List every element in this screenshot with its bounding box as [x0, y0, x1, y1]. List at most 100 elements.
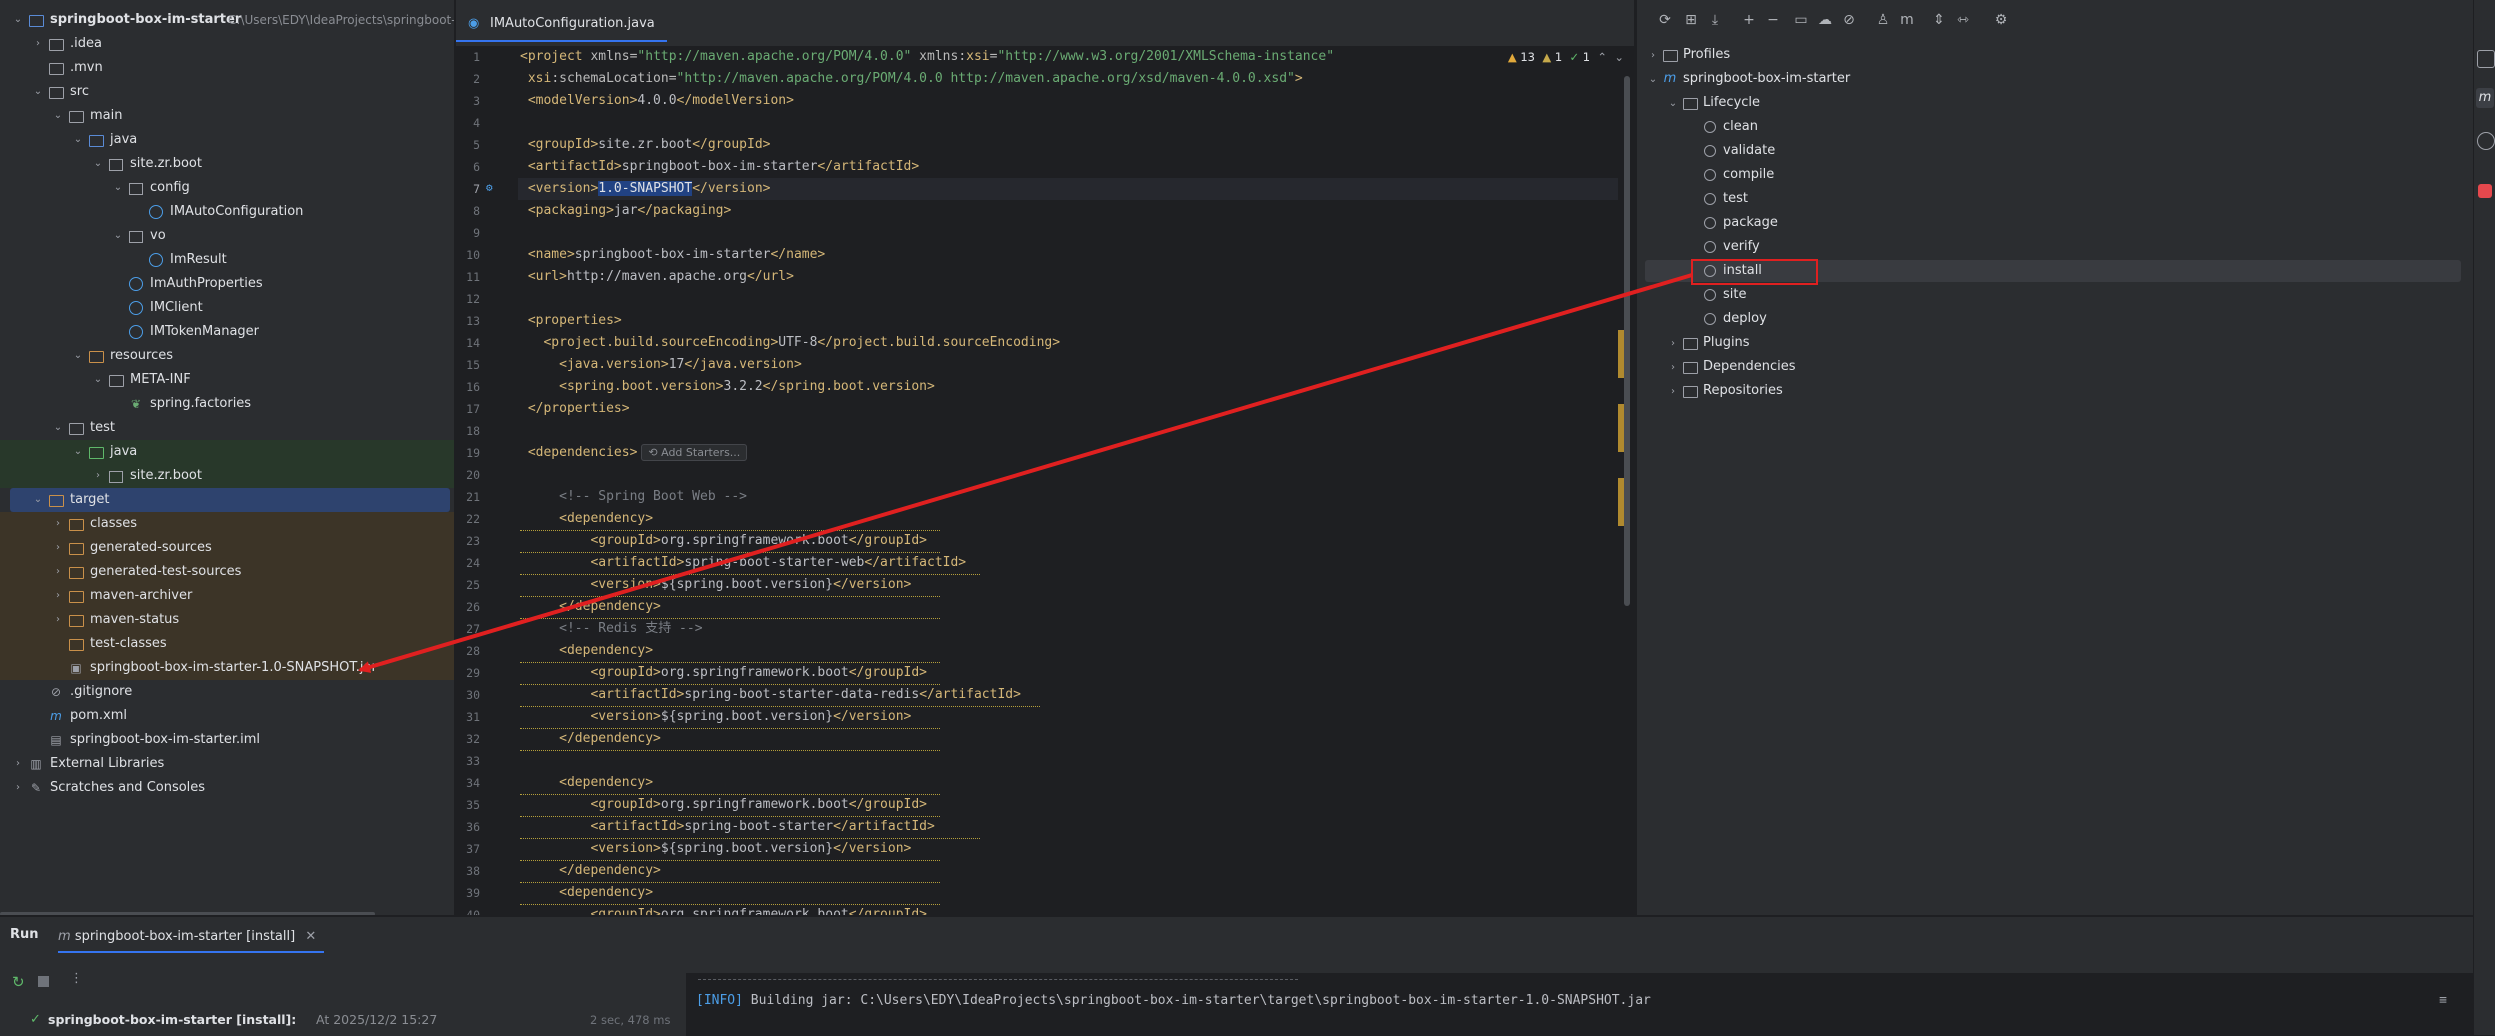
tree-item[interactable]: › .idea — [0, 32, 454, 56]
chevron-down-icon[interactable]: ⌄ — [90, 368, 106, 392]
maven-goal[interactable]: test — [1685, 187, 1748, 211]
tree-item[interactable]: ⌄ springboot-box-im-starter C:\Users\EDY\I… — [0, 8, 454, 32]
add-maven-project-icon[interactable]: ⊞ — [1679, 8, 1703, 32]
offline-icon[interactable]: ☁ — [1813, 8, 1837, 32]
more-options-icon[interactable]: ⋮ — [70, 971, 83, 986]
chevron-down-icon[interactable]: ⌄ — [90, 152, 106, 176]
skip-tests-icon[interactable]: ⊘ — [1837, 8, 1861, 32]
inspection-widget[interactable]: ▲ 13 ▲ 1 ✓ 1 ⌃ ⌄ — [1508, 50, 1624, 64]
tree-item[interactable]: ⌄ target — [10, 488, 450, 512]
chevron-right-icon[interactable]: › — [50, 584, 66, 608]
chevron-down-icon[interactable]: ⌄ — [30, 80, 46, 104]
tree-item[interactable]: IMTokenManager — [0, 320, 454, 344]
stop-icon[interactable] — [38, 976, 49, 987]
chevron-down-icon[interactable]: ⌄ — [110, 176, 126, 200]
console-output[interactable]: [INFO] Building jar: C:\Users\EDY\IdeaPr… — [686, 973, 2473, 1036]
tree-item[interactable]: ImAuthProperties — [0, 272, 454, 296]
minus-icon[interactable]: − — [1761, 8, 1785, 32]
chevron-right-icon[interactable]: › — [1665, 356, 1681, 380]
tree-item[interactable]: ⌄ config — [0, 176, 454, 200]
tree-item[interactable]: ⌄ main — [0, 104, 454, 128]
tree-item[interactable]: ⌄ java — [0, 440, 454, 464]
tree-item[interactable]: ⌄ site.zr.boot — [0, 152, 454, 176]
tree-item[interactable]: ❦ spring.factories — [0, 392, 454, 416]
tree-item[interactable]: › site.zr.boot — [0, 464, 454, 488]
chevron-right-icon[interactable]: › — [10, 752, 26, 776]
maven-plugins[interactable]: › Plugins — [1665, 331, 1750, 355]
chevron-right-icon[interactable]: › — [50, 560, 66, 584]
tree-item[interactable]: IMAutoConfiguration — [0, 200, 454, 224]
editor-scrollbar[interactable] — [1624, 76, 1630, 606]
tree-item[interactable]: › maven-archiver — [0, 584, 454, 608]
chevron-right-icon[interactable]: › — [1645, 44, 1661, 68]
tree-item[interactable]: test-classes — [0, 632, 454, 656]
chevron-down-icon[interactable]: ⌄ — [50, 104, 66, 128]
tree-item[interactable]: ▤ springboot-box-im-starter.iml — [0, 728, 454, 752]
database-icon[interactable] — [2477, 50, 2495, 68]
chevron-right-icon[interactable]: › — [1665, 380, 1681, 404]
download-icon[interactable]: ⤓ — [1703, 8, 1727, 32]
show-dependencies-icon[interactable]: ♙ — [1871, 8, 1895, 32]
tree-item[interactable]: ⊘ .gitignore — [0, 680, 454, 704]
chevron-down-icon[interactable]: ⌄ — [1645, 68, 1661, 92]
notifications-icon[interactable] — [2477, 132, 2495, 150]
run-tab[interactable]: m springboot-box-im-starter [install] ✕ — [58, 923, 325, 953]
tree-item[interactable]: IMClient — [0, 296, 454, 320]
chevron-right-icon[interactable]: › — [50, 512, 66, 536]
maven-goal[interactable]: clean — [1685, 115, 1758, 139]
maven-goal[interactable]: validate — [1685, 139, 1775, 163]
maven-goal[interactable]: package — [1685, 211, 1778, 235]
maven-profiles[interactable]: › Profiles — [1645, 43, 1730, 67]
expand-all-icon[interactable]: ⇕ — [1927, 8, 1951, 32]
lifecycle-icon[interactable]: ▭ — [1789, 8, 1813, 32]
maven-lifecycle[interactable]: ⌄ Lifecycle — [1665, 91, 1760, 115]
plus-icon[interactable]: + — [1737, 8, 1761, 32]
chevron-right-icon[interactable]: › — [50, 608, 66, 632]
chevron-right-icon[interactable]: › — [90, 464, 106, 488]
reload-icon[interactable]: ⟳ — [1653, 8, 1677, 32]
chevron-right-icon[interactable]: › — [1665, 332, 1681, 356]
chevron-down-icon[interactable]: ⌄ — [30, 488, 46, 512]
tree-item[interactable]: › classes — [0, 512, 454, 536]
code-editor[interactable]: ▲ 13 ▲ 1 ✓ 1 ⌃ ⌄ 1 2 3 4 5 6 ⚙ 7 8 9 10 11 12 13 14 15 1… — [456, 46, 1634, 915]
plugin-icon[interactable] — [2478, 184, 2492, 198]
tree-item[interactable]: ⌄ vo — [0, 224, 454, 248]
collapse-all-icon[interactable]: ⇿ — [1951, 8, 1975, 32]
chevron-up-icon[interactable]: ⌃ — [1597, 50, 1607, 64]
maven-goal[interactable]: site — [1685, 283, 1746, 307]
chevron-down-icon[interactable]: ⌄ — [70, 344, 86, 368]
tree-item[interactable]: m pom.xml — [0, 704, 454, 728]
soft-wrap-icon[interactable]: ≡ — [2439, 993, 2447, 1008]
maven-goal[interactable]: verify — [1685, 235, 1760, 259]
settings-icon[interactable]: ⚙ — [1989, 8, 2013, 32]
tree-item[interactable]: › maven-status — [0, 608, 454, 632]
chevron-down-icon[interactable]: ⌄ — [70, 128, 86, 152]
tree-item[interactable]: › generated-test-sources — [0, 560, 454, 584]
chevron-down-icon[interactable]: ⌄ — [50, 416, 66, 440]
tree-item[interactable]: ▣ springboot-box-im-starter-1.0-SNAPSHOT.… — [0, 656, 454, 680]
tree-item[interactable]: › ▥ External Libraries — [0, 752, 454, 776]
tree-item[interactable]: ⌄ resources — [0, 344, 454, 368]
chevron-down-icon[interactable]: ⌄ — [70, 440, 86, 464]
maven-project[interactable]: ⌄ m springboot-box-im-starter — [1645, 67, 1850, 91]
horizontal-scrollbar[interactable] — [0, 912, 375, 915]
maven-tool-icon[interactable]: m — [2476, 88, 2494, 108]
tree-item[interactable]: .mvn — [0, 56, 454, 80]
maven-dependencies[interactable]: › Dependencies — [1665, 355, 1796, 379]
run-tree-entry[interactable]: ✓ springboot-box-im-starter [install]: A… — [0, 1005, 684, 1035]
chevron-right-icon[interactable]: › — [10, 776, 26, 800]
chevron-down-icon[interactable]: ⌄ — [110, 224, 126, 248]
chevron-down-icon[interactable]: ⌄ — [1614, 50, 1624, 64]
editor-tab[interactable]: ◉ IMAutoConfiguration.java — [456, 8, 667, 42]
chevron-down-icon[interactable]: ⌄ — [1665, 92, 1681, 116]
rerun-icon[interactable]: ↻ — [12, 973, 25, 991]
close-icon[interactable]: ✕ — [305, 929, 316, 944]
tree-item[interactable]: ⌄ test — [0, 416, 454, 440]
tree-item[interactable]: ⌄ src — [0, 80, 454, 104]
chevron-right-icon[interactable]: › — [30, 32, 46, 56]
tree-item[interactable]: ⌄ META-INF — [0, 368, 454, 392]
chevron-down-icon[interactable]: ⌄ — [10, 8, 26, 32]
maven-repositories[interactable]: › Repositories — [1665, 379, 1783, 403]
chevron-right-icon[interactable]: › — [50, 536, 66, 560]
add-starters-button[interactable]: ⟲ Add Starters... — [641, 444, 748, 461]
